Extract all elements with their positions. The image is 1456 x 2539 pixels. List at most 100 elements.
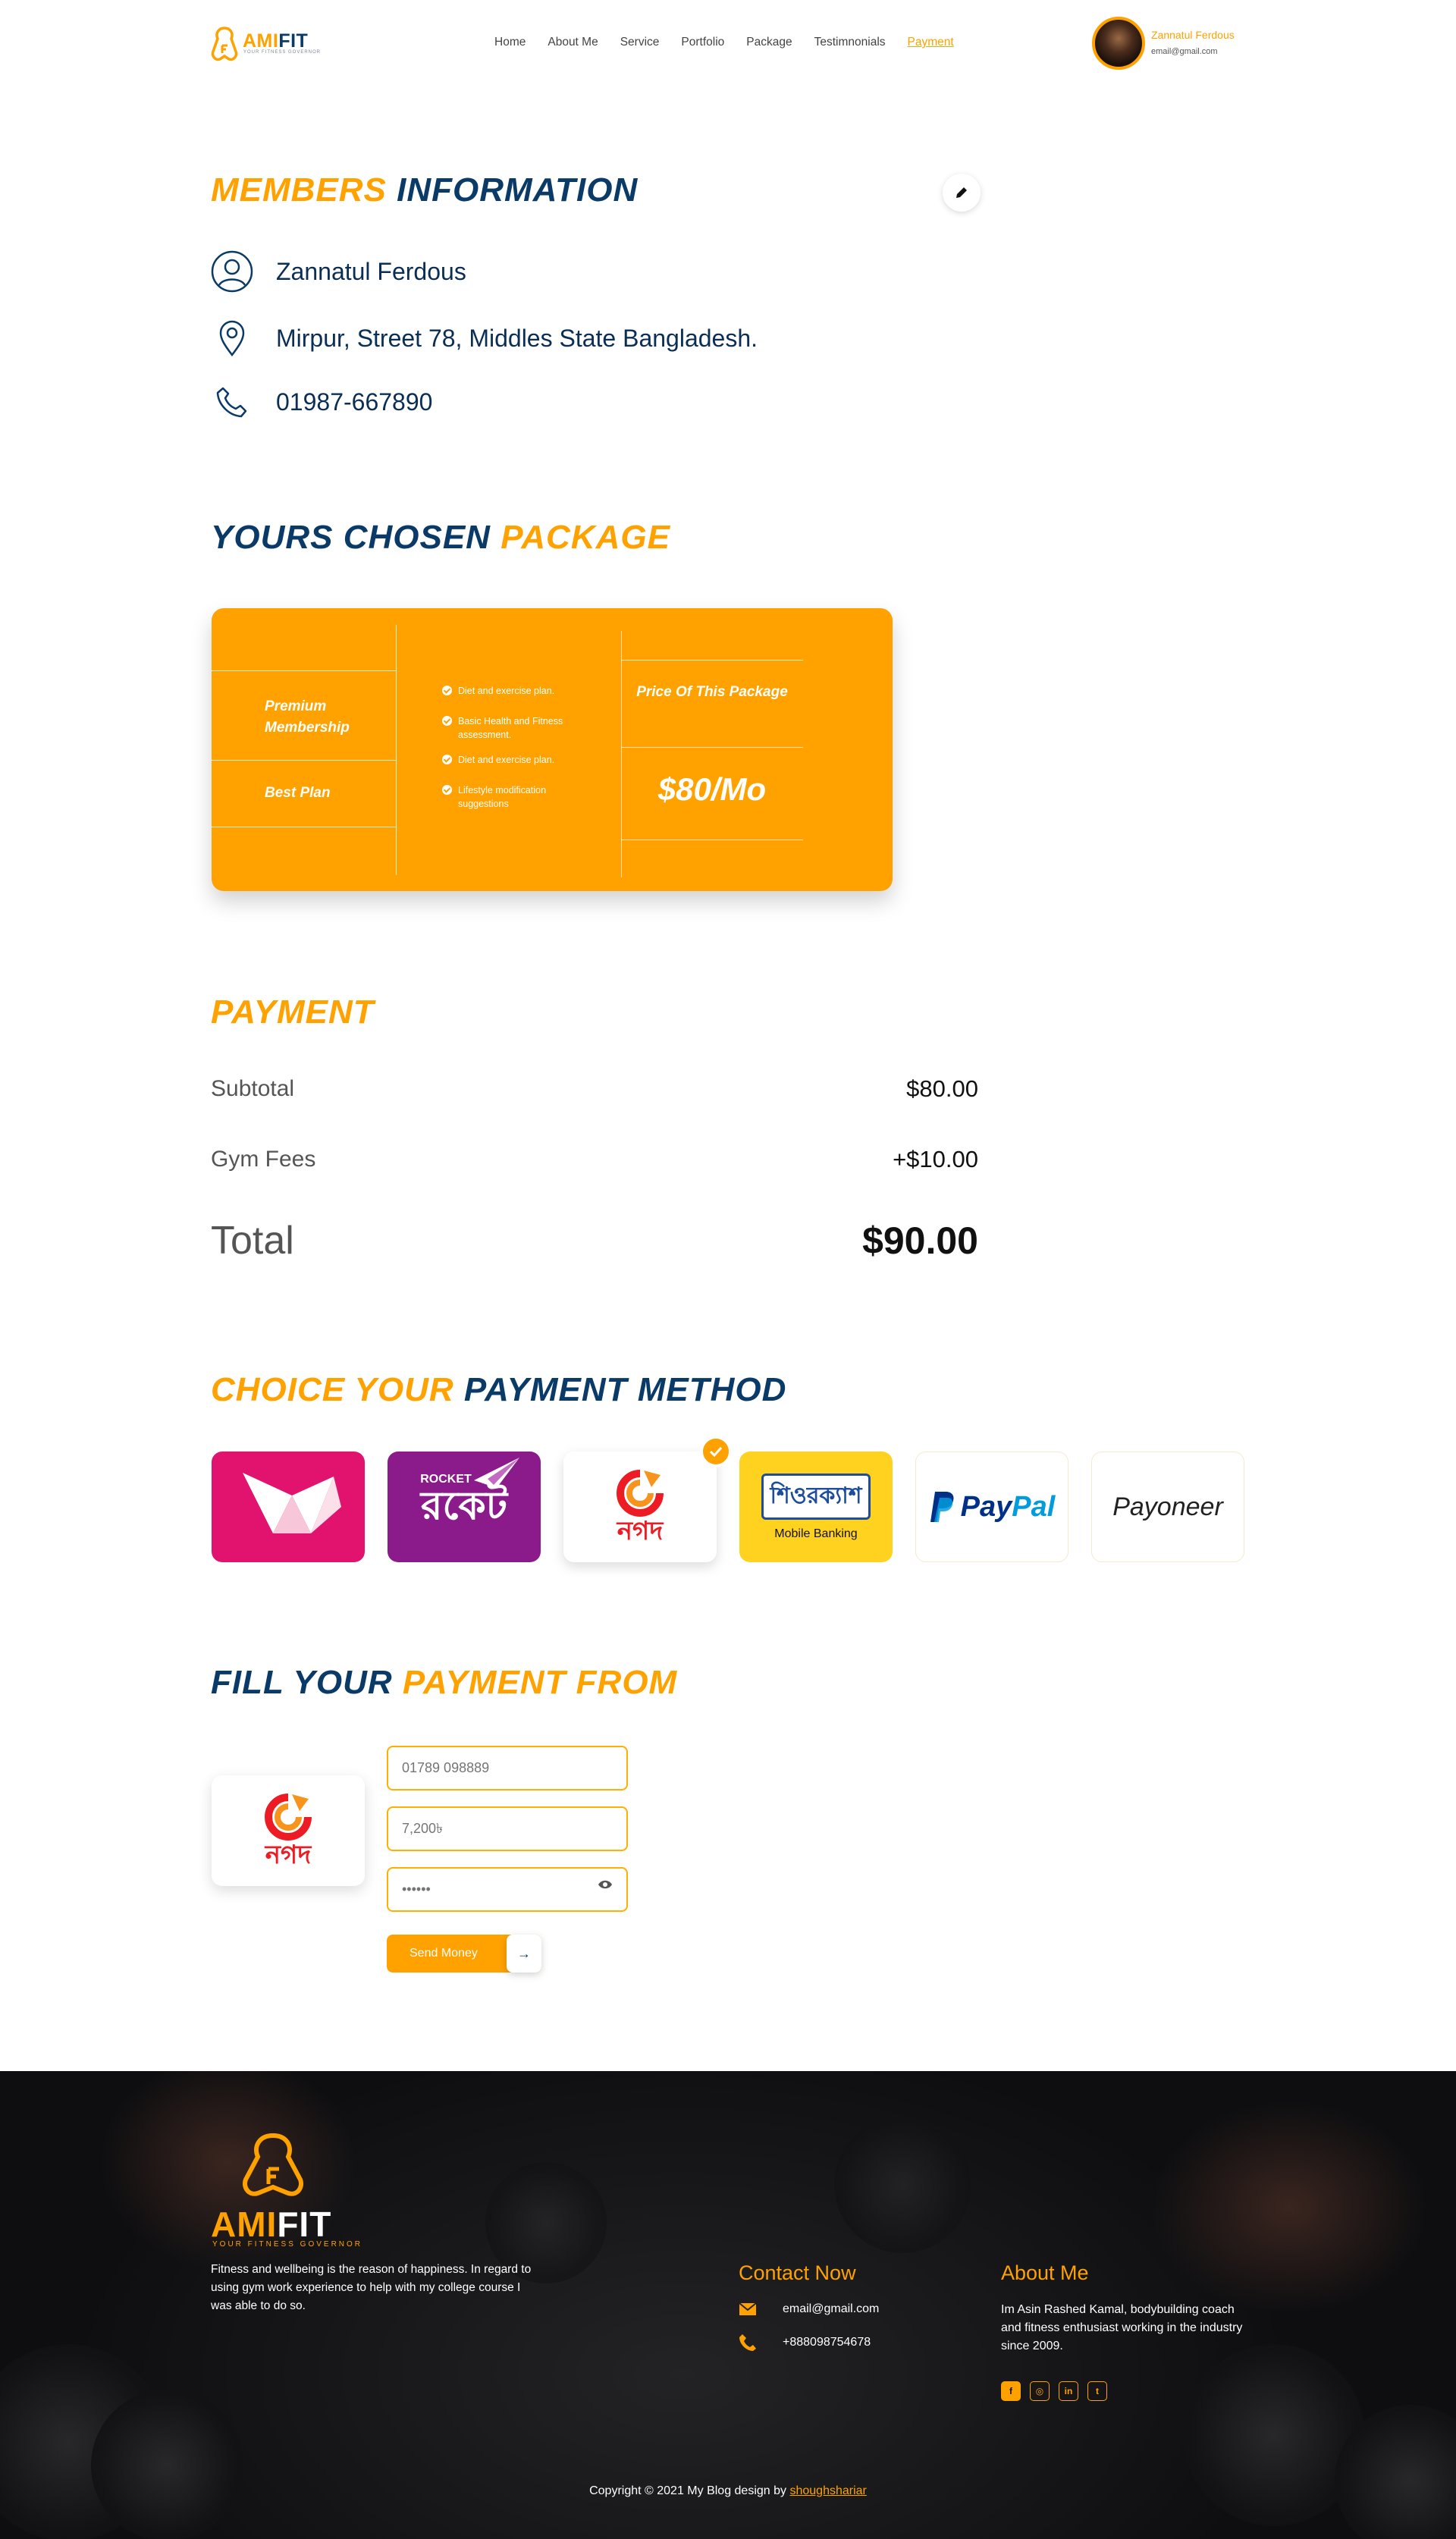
gym-fees-value: +$10.00 <box>893 1146 978 1172</box>
member-phone-row: 01987-667890 <box>211 381 432 423</box>
facebook-icon[interactable]: f <box>1001 2381 1021 2401</box>
member-name: Zannatul Ferdous <box>276 257 466 285</box>
member-phone: 01987-667890 <box>276 388 433 416</box>
members-title-b: INFORMATION <box>397 171 639 209</box>
payoneer-label: Payoneer <box>1112 1492 1223 1521</box>
contact-title: Contact Now <box>739 2261 856 2284</box>
member-address: Mirpur, Street 78, Middles State Banglad… <box>276 324 758 352</box>
about-title: About Me <box>1001 2261 1089 2284</box>
subtotal-row: Subtotal $80.00 <box>211 1075 978 1103</box>
nav-service[interactable]: Service <box>620 36 660 49</box>
footer-phone-row[interactable]: +888098754678 <box>739 2333 871 2352</box>
check-icon <box>442 686 452 695</box>
brand-name-a: AMI <box>243 30 279 52</box>
members-title: MEMBERS INFORMATION <box>211 171 638 209</box>
rocket-method[interactable]: ROCKET রকেট <box>388 1452 541 1562</box>
package-card: Premium Membership Best Plan Diet and ex… <box>212 608 893 891</box>
footer-description: Fitness and wellbeing is the reason of h… <box>211 2263 532 2312</box>
package-title: YOURS CHOSEN PACKAGE <box>211 519 670 557</box>
total-value: $90.00 <box>862 1219 978 1262</box>
instagram-icon[interactable]: ◎ <box>1030 2381 1050 2401</box>
nav-testimonials[interactable]: Testimnonials <box>814 36 886 49</box>
footer-email: email@gmail.com <box>783 2302 880 2315</box>
arrow-right-icon[interactable]: → <box>507 1935 541 1973</box>
copyright: Copyright © 2021 My Blog design by shoug… <box>0 2484 1456 2498</box>
pencil-icon <box>956 187 967 198</box>
copyright-author-link[interactable]: shoughshariar <box>789 2484 866 2497</box>
form-title-a: FILL YOUR <box>211 1664 393 1701</box>
paypal-p-icon <box>930 1492 954 1522</box>
location-pin-icon <box>211 317 253 359</box>
footer-brand-name: AMIFIT <box>211 2205 332 2244</box>
methods-title: CHOICE YOUR PAYMENT METHOD <box>211 1371 786 1409</box>
phone-input[interactable] <box>387 1746 628 1790</box>
gym-fees-label: Gym Fees <box>211 1147 316 1172</box>
form-title: FILL YOUR PAYMENT FROM <box>211 1664 677 1702</box>
user-avatar[interactable] <box>1092 17 1145 70</box>
pin-input[interactable] <box>387 1867 628 1912</box>
paypal-method[interactable]: Pay Pal <box>915 1452 1068 1562</box>
payment-title: PAYMENT <box>211 993 375 1031</box>
package-feature: Basic Health and Fitness assessment. <box>442 714 586 742</box>
main-nav: Home About Me Service Portfolio Package … <box>494 36 954 49</box>
bkash-method[interactable] <box>212 1452 365 1562</box>
user-email: email@gmail.com <box>1151 47 1218 56</box>
envelope-icon <box>739 2302 757 2315</box>
surecash-sub: Mobile Banking <box>774 1527 858 1540</box>
phone-icon <box>211 381 253 423</box>
form-title-b: PAYMENT FROM <box>402 1664 678 1701</box>
user-name: Zannatul Ferdous <box>1151 29 1235 41</box>
check-icon <box>442 755 452 764</box>
copyright-text: Copyright © 2021 My Blog design by <box>589 2484 787 2497</box>
package-feature: Lifestyle modification suggestions <box>442 783 586 811</box>
nav-about-me[interactable]: About Me <box>548 36 598 49</box>
rocket-bangla-mark: রকেট <box>420 1483 508 1529</box>
package-feature: Diet and exercise plan. <box>442 753 586 767</box>
nav-portfolio[interactable]: Portfolio <box>681 36 724 49</box>
total-label: Total <box>211 1219 294 1263</box>
amount-input[interactable] <box>387 1806 628 1851</box>
member-address-row: Mirpur, Street 78, Middles State Banglad… <box>211 317 758 359</box>
social-links: f ◎ in t <box>1001 2381 1107 2401</box>
package-feature: Diet and exercise plan. <box>442 684 586 698</box>
nagad-form-label: নগদ <box>265 1840 312 1870</box>
nav-home[interactable]: Home <box>494 36 526 49</box>
footer-about: Im Asin Rashed Kamal, bodybuilding coach… <box>1001 2303 1243 2352</box>
nagad-method[interactable]: নগদ <box>563 1452 717 1562</box>
brand-name-b: FIT <box>278 30 309 52</box>
selected-check-icon <box>700 1436 732 1467</box>
package-plan-label: Best Plan <box>265 785 331 801</box>
nav-package[interactable]: Package <box>746 36 792 49</box>
payoneer-method[interactable]: Payoneer <box>1091 1452 1244 1562</box>
brand-logo-icon[interactable] <box>211 26 238 62</box>
twitter-icon[interactable]: t <box>1087 2381 1107 2401</box>
subtotal-value: $80.00 <box>906 1075 978 1102</box>
price-label: Price Of This Package <box>636 684 788 700</box>
edit-button[interactable] <box>943 174 981 212</box>
subtotal-label: Subtotal <box>211 1076 295 1101</box>
surecash-label: শিওরক্যাশ <box>761 1473 871 1520</box>
nagad-label: নগদ <box>617 1516 664 1546</box>
footer-logo-icon <box>243 2133 303 2196</box>
footer-email-row[interactable]: email@gmail.com <box>739 2302 879 2316</box>
paypal-label-b: Pal <box>1012 1490 1056 1523</box>
nav-payment[interactable]: Payment <box>908 36 954 49</box>
methods-title-b: PAYMENT METHOD <box>463 1371 787 1408</box>
package-price: $80/Mo <box>657 771 767 807</box>
bkash-bird-icon <box>243 1473 341 1533</box>
linkedin-icon[interactable]: in <box>1059 2381 1078 2401</box>
surecash-method[interactable]: শিওরক্যাশ Mobile Banking <box>739 1452 893 1562</box>
eye-icon[interactable] <box>598 1879 613 1890</box>
brand-tagline: YOUR FITNESS GOVERNOR <box>243 50 322 55</box>
footer-brand-tagline: YOUR FITNESS GOVERNOR <box>212 2240 363 2249</box>
brand-name[interactable]: AMIFIT <box>243 30 308 52</box>
members-title-a: MEMBERS <box>211 171 387 209</box>
form-nagad-logo: নগদ <box>212 1775 365 1886</box>
methods-title-a: CHOICE YOUR <box>211 1371 454 1408</box>
total-row: Total $90.00 <box>211 1218 978 1263</box>
package-title-b: PACKAGE <box>500 519 670 556</box>
check-icon <box>442 716 452 726</box>
check-icon <box>442 785 452 795</box>
paypal-label-a: Pay <box>960 1490 1012 1523</box>
footer-phone: +888098754678 <box>783 2336 871 2349</box>
